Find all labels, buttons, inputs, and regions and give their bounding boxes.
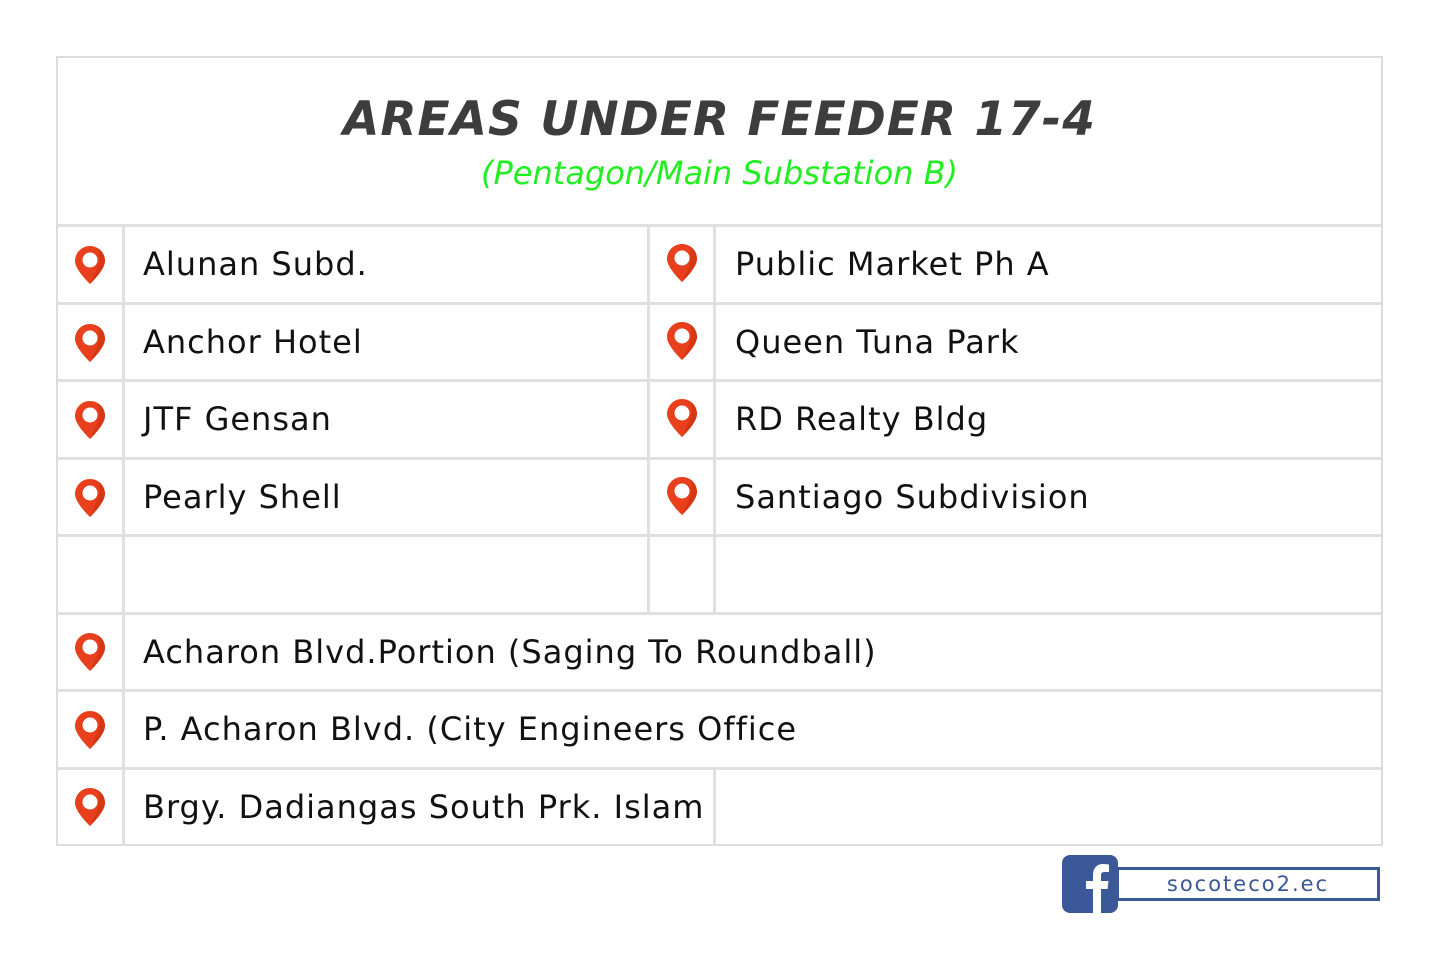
- facebook-handle[interactable]: socoteco2.ec: [1116, 867, 1380, 901]
- feeder-areas-card: AREAS UNDER FEEDER 17-4 (Pentagon/Main S…: [56, 56, 1383, 846]
- area-label: Queen Tuna Park: [735, 323, 1020, 361]
- map-pin-icon: [74, 478, 106, 518]
- map-pin-icon: [74, 710, 106, 750]
- area-label: Santiago Subdivision: [735, 478, 1090, 516]
- map-pin-icon: [74, 245, 106, 285]
- area-label: P. Acharon Blvd. (City Engineers Office: [143, 710, 798, 748]
- substation-subtitle: (Pentagon/Main Substation B): [480, 154, 959, 192]
- grid-line: [713, 224, 716, 614]
- feeder-title: AREAS UNDER FEEDER 17-4: [342, 92, 1097, 147]
- area-label: Brgy. Dadiangas South Prk. Islam: [143, 788, 705, 826]
- map-pin-icon: [666, 243, 698, 283]
- area-label: Public Market Ph A: [735, 245, 1050, 283]
- area-label: Alunan Subd.: [143, 245, 368, 283]
- map-pin-icon: [666, 398, 698, 438]
- area-label: Anchor Hotel: [143, 323, 363, 361]
- grid-line: [122, 224, 125, 846]
- card-header: AREAS UNDER FEEDER 17-4 (Pentagon/Main S…: [58, 58, 1381, 228]
- facebook-badge[interactable]: socoteco2.ec: [1062, 855, 1382, 913]
- map-pin-icon: [74, 323, 106, 363]
- area-label: Pearly Shell: [143, 478, 342, 516]
- map-pin-icon: [74, 787, 106, 827]
- grid-line: [713, 767, 716, 846]
- map-pin-icon: [666, 321, 698, 361]
- area-label: RD Realty Bldg: [735, 400, 989, 438]
- area-label: Acharon Blvd.Portion (Saging To Roundbal…: [143, 633, 877, 671]
- map-pin-icon: [666, 476, 698, 516]
- facebook-icon[interactable]: [1062, 855, 1118, 913]
- map-pin-icon: [74, 400, 106, 440]
- area-label: JTF Gensan: [143, 400, 332, 438]
- grid-line: [647, 224, 650, 614]
- map-pin-icon: [74, 632, 106, 672]
